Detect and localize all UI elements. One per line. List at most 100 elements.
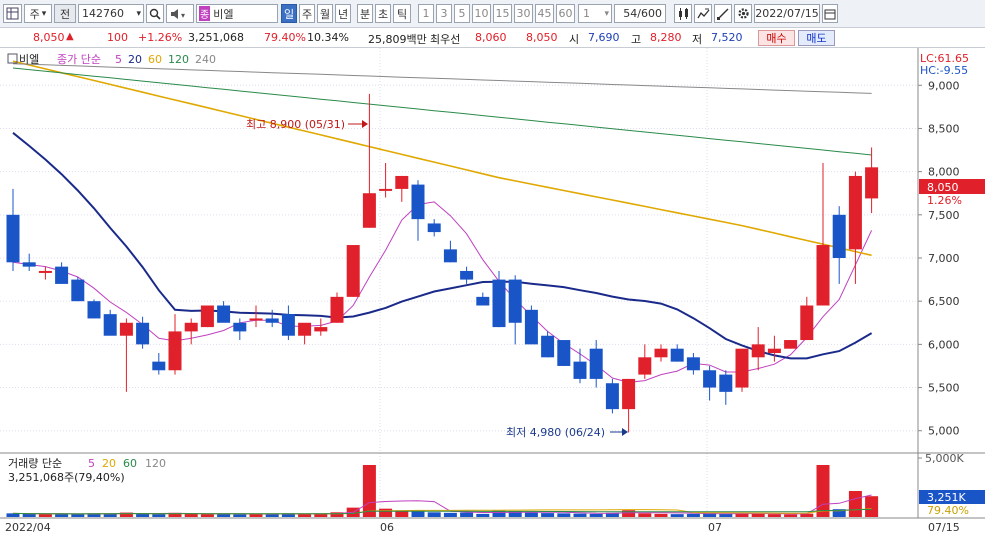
candle-body bbox=[136, 322, 150, 345]
candle-body bbox=[800, 305, 814, 341]
candle-body bbox=[395, 175, 409, 189]
vol-ma120-legend: 120 bbox=[145, 457, 166, 470]
market-select[interactable]: 주 ▾ bbox=[24, 4, 52, 23]
y-tick-label: 9,000 bbox=[928, 79, 960, 92]
ma120-legend: 120 bbox=[168, 53, 189, 66]
candle-body bbox=[298, 322, 312, 336]
sound-icon[interactable]: ▾ bbox=[166, 4, 194, 23]
count-input[interactable]: 54/600 bbox=[614, 4, 666, 23]
volume-bar bbox=[184, 513, 198, 517]
period-tick[interactable]: 틱 bbox=[393, 4, 411, 23]
interval-60[interactable]: 60 bbox=[556, 4, 575, 23]
y-tick-label: 8,500 bbox=[928, 122, 960, 135]
interval-15[interactable]: 15 bbox=[493, 4, 512, 23]
volume-bar bbox=[573, 513, 587, 517]
period-year[interactable]: 년 bbox=[335, 4, 351, 23]
grid-icon[interactable] bbox=[3, 4, 22, 23]
volume-bar bbox=[200, 514, 214, 517]
date-input[interactable]: 2022/07/15 bbox=[754, 4, 820, 23]
stock-code-input[interactable]: 142760 ▾ bbox=[78, 4, 144, 23]
candle-body bbox=[703, 370, 717, 388]
chart-type-icon[interactable] bbox=[674, 4, 692, 23]
trade-amount: 25,809백만 bbox=[368, 33, 427, 46]
candle-body bbox=[784, 340, 798, 349]
chevron-down-icon[interactable]: ▾ bbox=[136, 9, 141, 19]
sell-button[interactable]: 매도 bbox=[798, 30, 835, 46]
candle-body bbox=[265, 318, 279, 323]
interval-10[interactable]: 10 bbox=[472, 4, 491, 23]
volume-bar bbox=[541, 513, 555, 517]
candle-body bbox=[638, 357, 652, 375]
candle-body bbox=[103, 314, 117, 336]
price-tag-value: 8,050 bbox=[927, 181, 959, 194]
volume-bar bbox=[460, 512, 474, 517]
volume-bar bbox=[589, 513, 603, 517]
best-bid-price: 8,050 bbox=[526, 31, 558, 44]
vol-pct-value: 79.40% bbox=[927, 504, 969, 517]
interval-3[interactable]: 3 bbox=[436, 4, 452, 23]
candle-body bbox=[281, 314, 295, 336]
candle-body bbox=[508, 279, 522, 323]
candle-body bbox=[71, 279, 85, 302]
vol-ma20-legend: 20 bbox=[102, 457, 116, 470]
candle-body bbox=[233, 322, 247, 332]
volume-bar bbox=[524, 512, 538, 517]
volume-bar bbox=[379, 508, 393, 517]
candle-body bbox=[622, 378, 636, 410]
volume-bar bbox=[638, 513, 652, 517]
interval-30[interactable]: 30 bbox=[514, 4, 533, 23]
candle-body bbox=[524, 309, 538, 345]
custom-interval-input[interactable]: 1 ▾ bbox=[578, 4, 612, 23]
ma5-legend: 5 bbox=[115, 53, 122, 66]
interval-45[interactable]: 45 bbox=[535, 4, 554, 23]
candle-body bbox=[119, 322, 133, 336]
candle-body bbox=[605, 383, 619, 410]
low-annotation: 최저 4,980 (06/24) bbox=[506, 426, 605, 439]
search-icon[interactable] bbox=[146, 4, 164, 23]
period-month[interactable]: 월 bbox=[317, 4, 333, 23]
high-price: 8,280 bbox=[650, 31, 682, 44]
interval-1[interactable]: 1 bbox=[418, 4, 434, 23]
candle-body bbox=[735, 348, 749, 388]
candle-body bbox=[541, 335, 555, 358]
date-label-july: 07 bbox=[708, 521, 722, 534]
period-minute[interactable]: 분 bbox=[357, 4, 373, 23]
open-price: 7,690 bbox=[588, 31, 620, 44]
low-price: 7,520 bbox=[711, 31, 743, 44]
volume-bar bbox=[233, 514, 247, 517]
candle-body bbox=[249, 318, 263, 321]
volume-bar bbox=[816, 465, 830, 517]
volume-bar bbox=[865, 496, 879, 517]
market-label: 주 bbox=[29, 7, 40, 21]
candle-body bbox=[330, 296, 344, 323]
calendar-icon[interactable] bbox=[822, 4, 838, 23]
candle-body bbox=[55, 266, 69, 284]
candle-body bbox=[411, 184, 425, 220]
volume-legend-label: 거래량 단순 bbox=[8, 457, 62, 470]
fullname-button[interactable]: 전 bbox=[54, 4, 76, 23]
volume-bar bbox=[719, 513, 733, 517]
volume-bar bbox=[784, 514, 798, 517]
candle-body bbox=[200, 305, 214, 328]
period-week[interactable]: 주 bbox=[299, 4, 315, 23]
volume-bar bbox=[136, 513, 150, 517]
draw-tool-icon[interactable] bbox=[714, 4, 732, 23]
svg-text:▾: ▾ bbox=[181, 11, 185, 20]
candlestick-chart[interactable]: 비엘 종가 단순 5 20 60 120 240 LC:61.65 HC:-9.… bbox=[0, 48, 985, 540]
volume-bar bbox=[670, 514, 684, 517]
indicator-icon[interactable] bbox=[694, 4, 712, 23]
candle-body bbox=[427, 223, 441, 233]
volume-bar bbox=[217, 513, 231, 517]
interval-5[interactable]: 5 bbox=[454, 4, 470, 23]
candle-body bbox=[379, 188, 393, 191]
volume-bar bbox=[22, 513, 36, 517]
volume-bar bbox=[557, 513, 571, 517]
candle-body bbox=[38, 270, 52, 273]
stock-name-field[interactable]: 종 비엘 bbox=[196, 4, 278, 23]
buy-button[interactable]: 매수 bbox=[758, 30, 795, 46]
candle-body bbox=[443, 249, 457, 263]
vol-axis-tick: 5,000K bbox=[925, 452, 964, 465]
period-second[interactable]: 초 bbox=[375, 4, 391, 23]
period-day[interactable]: 일 bbox=[281, 4, 297, 23]
gear-icon[interactable] bbox=[734, 4, 752, 23]
